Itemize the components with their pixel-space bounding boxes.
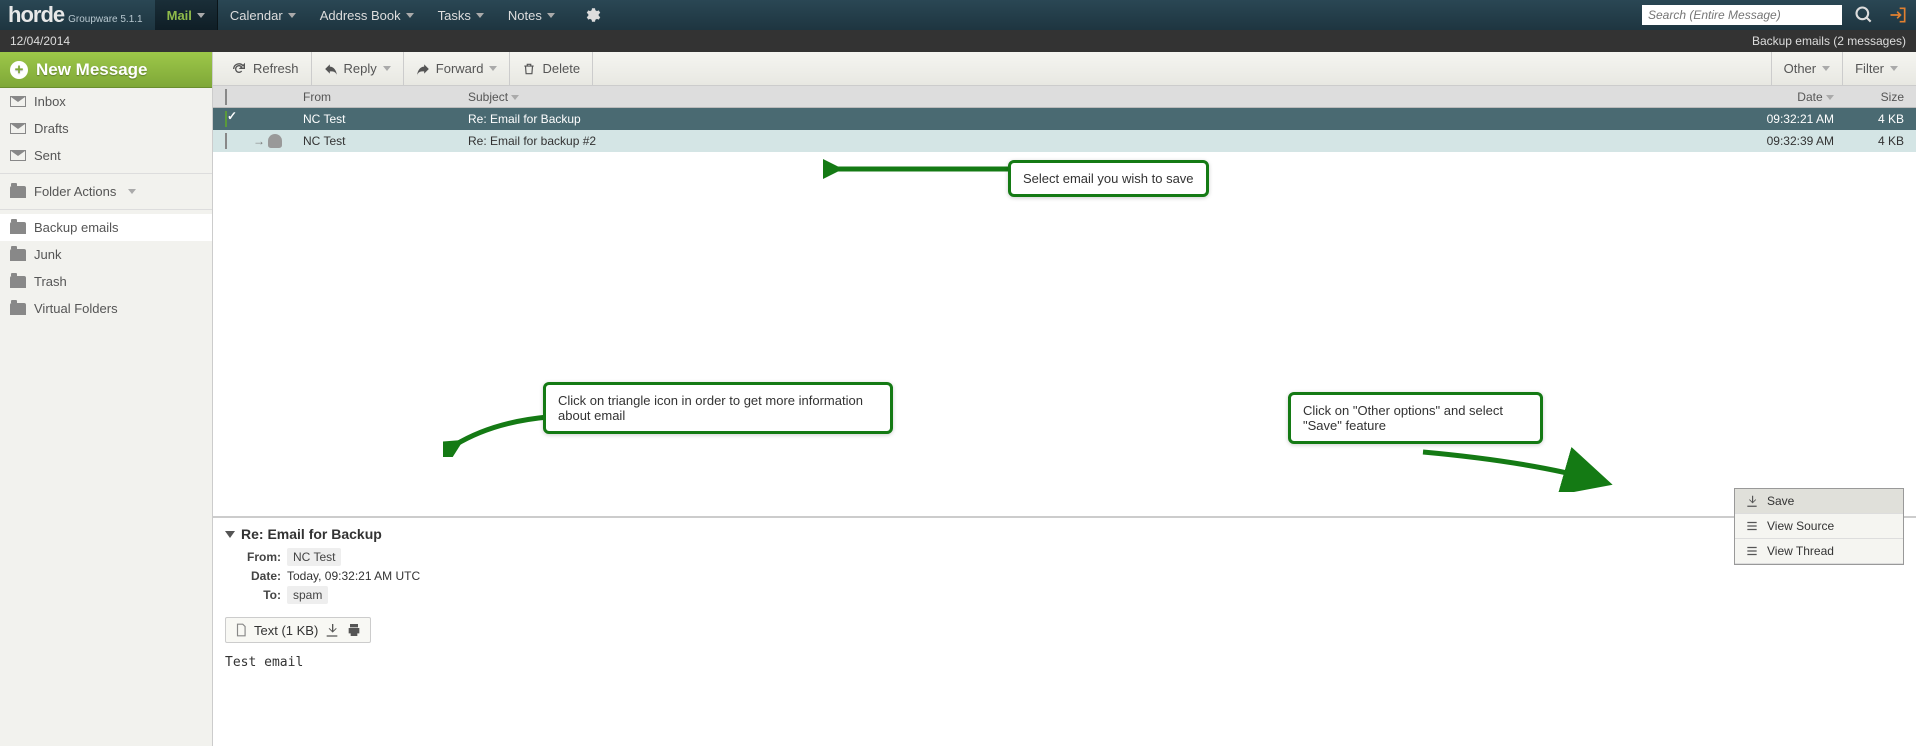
row-checkbox[interactable] <box>225 133 227 149</box>
reply-indicator-icon: → <box>253 134 265 148</box>
logout-icon[interactable] <box>1888 5 1908 25</box>
col-size[interactable]: Size <box>1846 90 1916 104</box>
filter-button[interactable]: Filter <box>1842 52 1910 86</box>
list-icon <box>1745 519 1759 533</box>
nav-addressbook[interactable]: Address Book <box>308 0 426 30</box>
preview-from[interactable]: NC Test <box>287 548 341 566</box>
chevron-down-icon <box>128 189 136 194</box>
nav-notes[interactable]: Notes <box>496 0 567 30</box>
sidebar-inbox[interactable]: Inbox <box>0 88 212 115</box>
view-thread-option[interactable]: View Thread <box>1735 539 1903 564</box>
drafts-icon <box>10 123 26 134</box>
view-source-option[interactable]: View Source <box>1735 514 1903 539</box>
document-icon <box>234 622 248 638</box>
download-attachment-icon[interactable] <box>324 622 340 638</box>
chevron-down-icon <box>1822 66 1830 71</box>
status-bar: 12/04/2014 Backup emails (2 messages) <box>0 30 1916 52</box>
sort-indicator-icon <box>1826 95 1834 100</box>
reading-pane: Re: Email for Backup From: NC Test Date: T… <box>213 516 1916 746</box>
search-input[interactable] <box>1642 5 1842 25</box>
thread-icon <box>1745 544 1759 558</box>
select-all-checkbox[interactable] <box>225 89 227 105</box>
sent-icon <box>10 150 26 161</box>
annotation-callout: Click on triangle icon in order to get m… <box>543 382 893 434</box>
attachment-label: Text (1 KB) <box>254 623 318 638</box>
annotation-arrow <box>1413 442 1613 492</box>
print-attachment-icon[interactable] <box>346 622 362 638</box>
message-body: Test email <box>225 655 1904 670</box>
delete-button[interactable]: Delete <box>510 52 593 86</box>
person-icon <box>268 134 282 148</box>
chevron-down-icon <box>1890 66 1898 71</box>
sidebar-virtual-folders[interactable]: Virtual Folders <box>0 295 212 322</box>
forward-button[interactable]: Forward <box>404 52 511 86</box>
expand-details-icon[interactable] <box>225 531 235 538</box>
to-label: To: <box>225 588 281 602</box>
current-date: 12/04/2014 <box>10 34 70 48</box>
save-option[interactable]: Save <box>1735 489 1903 514</box>
folder-icon <box>10 249 26 261</box>
col-subject[interactable]: Subject <box>468 90 1696 104</box>
folder-icon <box>10 222 26 234</box>
new-message-button[interactable]: + New Message <box>0 52 212 88</box>
logo-version: Groupware 5.1.1 <box>68 14 143 25</box>
chevron-down-icon <box>383 66 391 71</box>
other-button[interactable]: Other <box>1771 52 1843 86</box>
sidebar-sent[interactable]: Sent <box>0 142 212 169</box>
refresh-button[interactable]: Refresh <box>219 52 312 86</box>
folder-icon <box>10 276 26 288</box>
annotation-arrow <box>443 407 553 457</box>
folder-context: Backup emails (2 messages) <box>1752 34 1906 48</box>
nav-mail[interactable]: Mail <box>155 0 218 30</box>
sidebar-backup-emails[interactable]: Backup emails <box>0 214 212 241</box>
annotation-callout: Select email you wish to save <box>1008 160 1209 197</box>
column-headers: From Subject Date Size <box>213 86 1916 108</box>
settings-gear-icon[interactable] <box>571 0 613 30</box>
preview-to[interactable]: spam <box>287 586 328 604</box>
logo: horde <box>8 2 64 28</box>
sort-indicator-icon <box>511 95 519 100</box>
nav-calendar[interactable]: Calendar <box>218 0 308 30</box>
col-from[interactable]: From <box>303 90 468 104</box>
sidebar: + New Message Inbox Drafts Sent Folder A… <box>0 52 213 746</box>
chevron-down-icon <box>489 66 497 71</box>
inbox-icon <box>10 96 26 107</box>
message-list: NC Test Re: Email for Backup 09:32:21 AM… <box>213 108 1916 152</box>
search-icon[interactable] <box>1854 5 1874 25</box>
from-label: From: <box>225 550 281 564</box>
top-bar: horde Groupware 5.1.1 Mail Calendar Addr… <box>0 0 1916 30</box>
date-label: Date: <box>225 569 281 583</box>
message-row[interactable]: → NC Test Re: Email for backup #2 09:32:… <box>213 130 1916 152</box>
sidebar-junk[interactable]: Junk <box>0 241 212 268</box>
annotation-arrow <box>823 150 1013 180</box>
reply-button[interactable]: Reply <box>312 52 404 86</box>
message-row[interactable]: NC Test Re: Email for Backup 09:32:21 AM… <box>213 108 1916 130</box>
sidebar-drafts[interactable]: Drafts <box>0 115 212 142</box>
plus-icon: + <box>10 61 28 79</box>
annotation-callout: Click on "Other options" and select "Sav… <box>1288 392 1543 444</box>
download-icon <box>1745 494 1759 508</box>
message-toolbar: Refresh Reply Forward Delete Other Filte… <box>213 52 1916 86</box>
sidebar-trash[interactable]: Trash <box>0 268 212 295</box>
attachment-bar: Text (1 KB) <box>225 617 371 643</box>
other-options-menu: Save View Source View Thread <box>1734 488 1904 565</box>
sidebar-folder-actions[interactable]: Folder Actions <box>0 178 212 205</box>
row-checkbox[interactable] <box>225 111 227 127</box>
folder-icon <box>10 186 26 198</box>
folder-icon <box>10 303 26 315</box>
content-area: Refresh Reply Forward Delete Other Filte… <box>213 52 1916 746</box>
col-date[interactable]: Date <box>1696 90 1846 104</box>
preview-subject: Re: Email for Backup <box>241 526 382 542</box>
nav-tasks[interactable]: Tasks <box>426 0 496 30</box>
preview-date: Today, 09:32:21 AM UTC <box>287 569 420 583</box>
